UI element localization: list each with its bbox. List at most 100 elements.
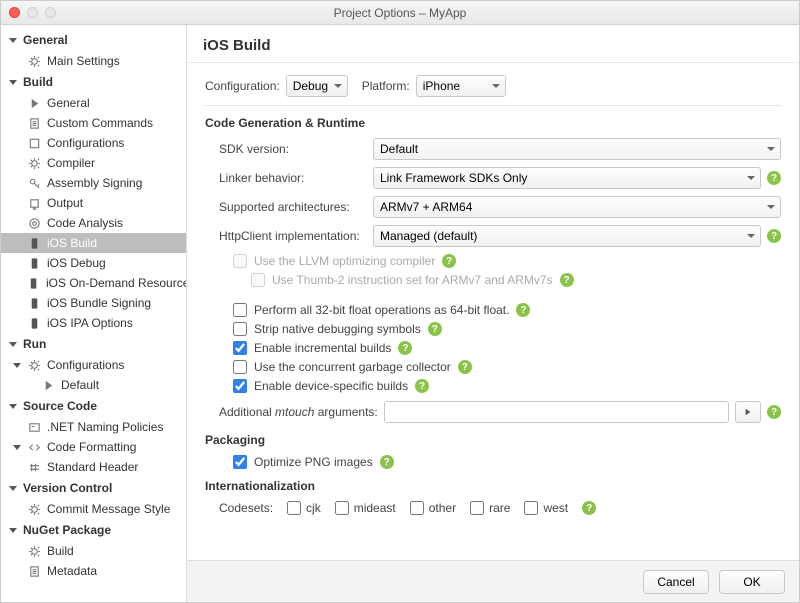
codesets-label: Codesets: bbox=[219, 501, 273, 515]
sidebar-item-main-settings[interactable]: Main Settings bbox=[1, 51, 186, 71]
gc-label: Use the concurrent garbage collector bbox=[254, 360, 451, 374]
key-icon bbox=[27, 176, 41, 190]
tree-group[interactable]: Source Code bbox=[1, 395, 186, 417]
png-checkbox[interactable] bbox=[233, 455, 247, 469]
tree-group[interactable]: Version Control bbox=[1, 477, 186, 499]
llvm-label: Use the LLVM optimizing compiler bbox=[254, 254, 435, 268]
main: iOS Build Configuration: Debug Platform:… bbox=[187, 25, 799, 602]
help-icon[interactable]: ? bbox=[458, 360, 472, 374]
strip-checkbox[interactable] bbox=[233, 322, 247, 336]
help-icon[interactable]: ? bbox=[767, 229, 781, 243]
chevron-down-icon bbox=[9, 38, 17, 43]
arch-label: Supported architectures: bbox=[205, 200, 373, 214]
sidebar-item-metadata[interactable]: Metadata bbox=[1, 561, 186, 581]
config-row: Configuration: Debug Platform: iPhone bbox=[205, 75, 781, 97]
footer: Cancel OK bbox=[187, 560, 799, 602]
chevron-down-icon bbox=[9, 80, 17, 85]
devspec-row: Enable device-specific builds ? bbox=[233, 379, 781, 393]
mtouch-label: Additional mtouch arguments: bbox=[219, 405, 378, 419]
float-row: Perform all 32-bit float operations as 6… bbox=[233, 303, 781, 317]
content: Configuration: Debug Platform: iPhone Co… bbox=[187, 63, 799, 560]
sidebar-item-ios-debug[interactable]: iOS Debug bbox=[1, 253, 186, 273]
tree-group[interactable]: General bbox=[1, 29, 186, 51]
phone-icon bbox=[27, 316, 41, 330]
titlebar: Project Options – MyApp bbox=[1, 1, 799, 25]
cancel-button[interactable]: Cancel bbox=[643, 570, 709, 594]
sidebar-item-configurations[interactable]: Configurations bbox=[1, 133, 186, 153]
sidebar-item-standard-header[interactable]: Standard Header bbox=[1, 457, 186, 477]
devspec-checkbox[interactable] bbox=[233, 379, 247, 393]
section-codegen: Code Generation & Runtime bbox=[205, 116, 781, 130]
codeset-cjk-checkbox[interactable] bbox=[287, 501, 301, 515]
sidebar-item-code-analysis[interactable]: Code Analysis bbox=[1, 213, 186, 233]
help-icon[interactable]: ? bbox=[560, 273, 574, 287]
sidebar-item-output[interactable]: Output bbox=[1, 193, 186, 213]
mtouch-row: Additional mtouch arguments: ? bbox=[219, 401, 781, 423]
help-icon[interactable]: ? bbox=[767, 171, 781, 185]
help-icon[interactable]: ? bbox=[442, 254, 456, 268]
gear-icon bbox=[27, 54, 41, 68]
configuration-select[interactable]: Debug bbox=[286, 75, 348, 97]
section-packaging: Packaging bbox=[205, 433, 781, 447]
incremental-row: Enable incremental builds ? bbox=[233, 341, 781, 355]
sidebar-item-ios-on-demand-resources[interactable]: iOS On-Demand Resources bbox=[1, 273, 186, 293]
thumb-row: Use Thumb-2 instruction set for ARMv7 an… bbox=[251, 273, 781, 287]
sidebar-item-ios-build[interactable]: iOS Build bbox=[1, 233, 186, 253]
tree-group[interactable]: Run bbox=[1, 333, 186, 355]
arch-select[interactable]: ARMv7 + ARM64 bbox=[373, 196, 781, 218]
codeset-mideast-checkbox[interactable] bbox=[335, 501, 349, 515]
phone-icon bbox=[27, 276, 40, 290]
codeset-rare-checkbox[interactable] bbox=[470, 501, 484, 515]
tree-group[interactable]: NuGet Package bbox=[1, 519, 186, 541]
sidebar-item-ios-ipa-options[interactable]: iOS IPA Options bbox=[1, 313, 186, 333]
linker-select[interactable]: Link Framework SDKs Only bbox=[373, 167, 761, 189]
codeset-west-checkbox[interactable] bbox=[524, 501, 538, 515]
sidebar-item-build[interactable]: Build bbox=[1, 541, 186, 561]
ok-button[interactable]: OK bbox=[719, 570, 785, 594]
phone-icon bbox=[27, 236, 41, 250]
sidebar-item-code-formatting[interactable]: Code Formatting bbox=[1, 437, 186, 457]
thumb-checkbox bbox=[251, 273, 265, 287]
sidebar-item-custom-commands[interactable]: Custom Commands bbox=[1, 113, 186, 133]
sidebar-item-assembly-signing[interactable]: Assembly Signing bbox=[1, 173, 186, 193]
sidebar-item--net-naming-policies[interactable]: .NET Naming Policies bbox=[1, 417, 186, 437]
float-checkbox[interactable] bbox=[233, 303, 247, 317]
codeset-other-checkbox[interactable] bbox=[410, 501, 424, 515]
http-select[interactable]: Managed (default) bbox=[373, 225, 761, 247]
configuration-label: Configuration: bbox=[205, 79, 280, 93]
help-icon[interactable]: ? bbox=[415, 379, 429, 393]
sidebar-item-ios-bundle-signing[interactable]: iOS Bundle Signing bbox=[1, 293, 186, 313]
png-label: Optimize PNG images bbox=[254, 455, 373, 469]
incremental-checkbox[interactable] bbox=[233, 341, 247, 355]
tree-group[interactable]: Build bbox=[1, 71, 186, 93]
mtouch-expand-button[interactable] bbox=[735, 401, 761, 423]
help-icon[interactable]: ? bbox=[398, 341, 412, 355]
hash-icon bbox=[27, 460, 41, 474]
gear-icon bbox=[27, 502, 41, 516]
help-icon[interactable]: ? bbox=[428, 322, 442, 336]
sidebar-item-configurations[interactable]: Configurations bbox=[1, 355, 186, 375]
sdk-select[interactable]: Default bbox=[373, 138, 781, 160]
help-icon[interactable]: ? bbox=[516, 303, 530, 317]
mtouch-input[interactable] bbox=[384, 401, 729, 423]
sidebar-item-default[interactable]: Default bbox=[1, 375, 186, 395]
card-icon bbox=[27, 420, 41, 434]
sidebar-item-compiler[interactable]: Compiler bbox=[1, 153, 186, 173]
chevrons-icon bbox=[27, 440, 41, 454]
window-title: Project Options – MyApp bbox=[1, 6, 799, 20]
arch-row: Supported architectures: ARMv7 + ARM64 bbox=[205, 196, 781, 218]
chevron-down-icon bbox=[9, 404, 17, 409]
chevron-down-icon bbox=[9, 486, 17, 491]
gc-checkbox[interactable] bbox=[233, 360, 247, 374]
help-icon[interactable]: ? bbox=[380, 455, 394, 469]
platform-select[interactable]: iPhone bbox=[416, 75, 506, 97]
help-icon[interactable]: ? bbox=[767, 405, 781, 419]
gear-icon bbox=[27, 544, 41, 558]
linker-row: Linker behavior: Link Framework SDKs Onl… bbox=[205, 167, 781, 189]
png-row: Optimize PNG images ? bbox=[233, 455, 781, 469]
chevron-down-icon bbox=[13, 445, 21, 450]
help-icon[interactable]: ? bbox=[582, 501, 596, 515]
sidebar-item-general[interactable]: General bbox=[1, 93, 186, 113]
sidebar-item-commit-message-style[interactable]: Commit Message Style bbox=[1, 499, 186, 519]
section-i18n: Internationalization bbox=[205, 479, 781, 493]
